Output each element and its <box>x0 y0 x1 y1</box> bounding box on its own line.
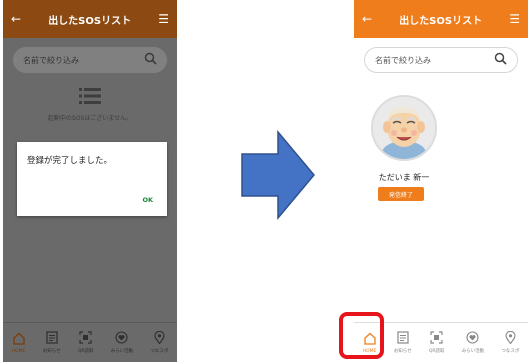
dialog-message: 登録が完了しました。 <box>27 156 113 166</box>
search-input[interactable]: 名前で絞り込み <box>13 47 167 73</box>
tab-qr[interactable]: QR読取 <box>78 331 94 354</box>
search-icon[interactable] <box>144 52 157 69</box>
empty-state-text: 起動中のSOSはございません。 <box>47 115 133 122</box>
pin-icon <box>154 330 165 348</box>
qr-icon <box>430 331 443 348</box>
empty-state: 起動中のSOSはございません。 <box>3 87 177 122</box>
person-avatar[interactable] <box>371 95 437 161</box>
tab-home[interactable]: HOME <box>12 332 26 354</box>
bottom-tab-bar: HOME お知らせ QR読取 みらい活動 つなスポ <box>3 322 177 362</box>
transition-arrow <box>240 129 316 224</box>
left-phone-screen: ← 出したSOSリスト ☰ 名前で絞り込み 起動中のSOSはございません。 登録… <box>3 0 177 362</box>
tab-label: みらい活動 <box>110 349 134 354</box>
page-title: 出したSOSリスト <box>399 15 483 27</box>
tab-tsunaspo[interactable]: つなスポ <box>501 330 520 354</box>
tab-notice[interactable]: お知らせ <box>43 331 61 354</box>
tab-label: QR読取 <box>77 349 94 354</box>
list-icon <box>3 87 177 109</box>
back-arrow-icon[interactable]: ← <box>11 12 21 26</box>
tab-label: つなスポ <box>150 349 169 354</box>
search-input[interactable]: 名前で絞り込み <box>364 47 518 73</box>
menu-icon[interactable]: ☰ <box>158 12 169 26</box>
search-icon[interactable] <box>494 52 507 69</box>
home-tab-highlight <box>339 312 384 359</box>
completion-dialog: 登録が完了しました。 OK <box>17 142 167 216</box>
home-icon <box>12 332 26 349</box>
tab-label: QR読取 <box>428 349 445 354</box>
elderly-man-illustration <box>373 97 435 159</box>
person-name: ただいま 新一 <box>378 173 430 182</box>
tab-label: お知らせ <box>393 349 412 354</box>
heart-icon <box>466 331 479 348</box>
back-arrow-icon[interactable]: ← <box>362 12 372 26</box>
tab-label: つなスポ <box>501 349 520 354</box>
notice-icon <box>397 331 409 348</box>
ok-button[interactable]: OK <box>142 196 153 204</box>
pin-icon <box>505 330 516 348</box>
page-title: 出したSOSリスト <box>48 15 132 27</box>
tab-tsunaspo[interactable]: つなスポ <box>150 330 169 354</box>
app-header: ← 出したSOSリスト ☰ <box>3 0 177 38</box>
tab-mirai[interactable]: みらい活動 <box>110 331 134 354</box>
tab-label: みらい活動 <box>461 349 485 354</box>
right-phone-screen: ← 出したSOSリスト ☰ 名前で絞り込み ただいま 新一 発信終了 HOME … <box>354 0 528 362</box>
tab-label: お知らせ <box>42 349 61 354</box>
app-header: ← 出したSOSリスト ☰ <box>354 0 528 38</box>
tab-mirai[interactable]: みらい活動 <box>461 331 485 354</box>
notice-icon <box>46 331 58 348</box>
tab-label: HOME <box>11 348 26 354</box>
qr-icon <box>79 331 92 348</box>
menu-icon[interactable]: ☰ <box>509 12 520 26</box>
end-broadcast-button[interactable]: 発信終了 <box>378 187 424 201</box>
heart-icon <box>115 331 128 348</box>
search-placeholder: 名前で絞り込み <box>375 55 431 65</box>
search-placeholder: 名前で絞り込み <box>23 55 79 65</box>
tab-qr[interactable]: QR読取 <box>429 331 445 354</box>
tab-notice[interactable]: お知らせ <box>394 331 412 354</box>
